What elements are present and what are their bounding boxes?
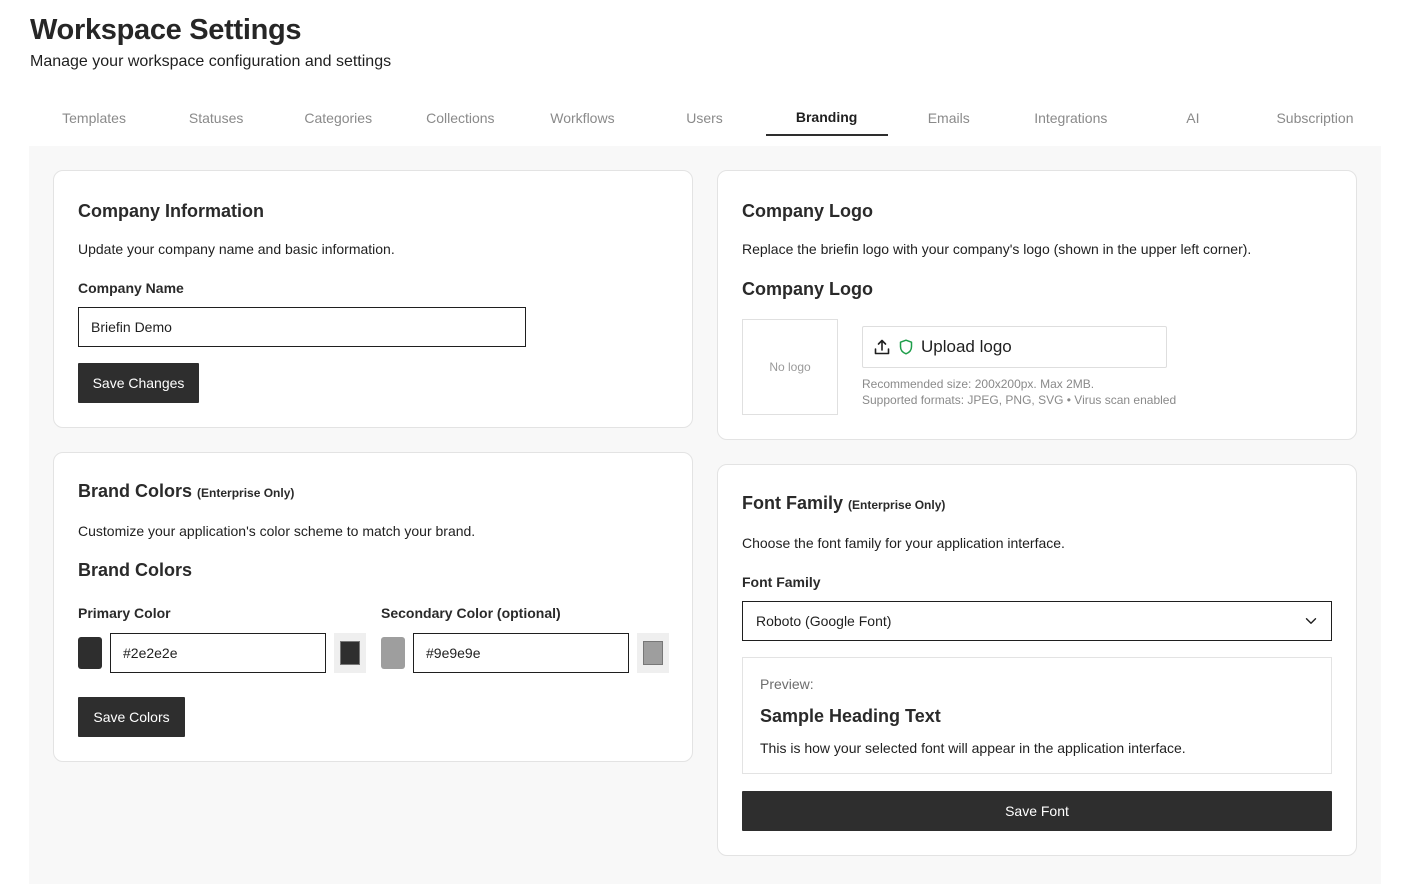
tab-integrations[interactable]: Integrations bbox=[1010, 100, 1132, 136]
upload-logo-button[interactable]: Upload logo bbox=[862, 326, 1167, 368]
upload-logo-label: Upload logo bbox=[921, 337, 1012, 356]
logo-placeholder: No logo bbox=[742, 319, 838, 415]
company-logo-subheading: Company Logo bbox=[742, 279, 873, 299]
save-colors-button[interactable]: Save Colors bbox=[78, 697, 185, 737]
secondary-color-swatch bbox=[381, 637, 405, 669]
secondary-color-picker-fill bbox=[643, 641, 663, 665]
brand-colors-title-text: Brand Colors bbox=[78, 481, 193, 501]
secondary-color-picker[interactable] bbox=[637, 633, 669, 673]
tab-users[interactable]: Users bbox=[643, 100, 765, 136]
brand-colors-subheading: Brand Colors bbox=[78, 560, 193, 580]
tab-templates[interactable]: Templates bbox=[33, 100, 155, 136]
primary-color-swatch bbox=[78, 637, 102, 669]
preview-label: Preview: bbox=[760, 676, 814, 692]
brand-colors-description: Customize your application's color schem… bbox=[78, 523, 476, 539]
enterprise-badge: (Enterprise Only) bbox=[197, 486, 295, 500]
branding-content: Company Information Update your company … bbox=[29, 146, 1381, 884]
tab-branding[interactable]: Branding bbox=[765, 100, 888, 136]
save-changes-button[interactable]: Save Changes bbox=[78, 363, 199, 403]
company-logo-card: Company Logo Replace the briefin logo wi… bbox=[717, 170, 1357, 440]
primary-color-picker-fill bbox=[340, 641, 360, 665]
primary-color-picker[interactable] bbox=[334, 633, 366, 673]
primary-color-label: Primary Color bbox=[78, 605, 171, 621]
secondary-color-input[interactable]: #9e9e9e bbox=[413, 633, 629, 673]
chevron-down-icon bbox=[1305, 617, 1317, 625]
brand-colors-title: Brand Colors (Enterprise Only) bbox=[78, 481, 294, 502]
logo-size-hint: Recommended size: 200x200px. Max 2MB. bbox=[862, 377, 1095, 391]
settings-tabs: Templates Statuses Categories Collection… bbox=[33, 100, 1376, 136]
tab-subscription[interactable]: Subscription bbox=[1254, 100, 1376, 136]
company-logo-description: Replace the briefin logo with your compa… bbox=[742, 241, 1252, 257]
page-subtitle: Manage your workspace configuration and … bbox=[30, 53, 392, 70]
save-font-button[interactable]: Save Font bbox=[742, 791, 1332, 831]
company-name-input[interactable]: Briefin Demo bbox=[78, 307, 526, 347]
secondary-color-label: Secondary Color (optional) bbox=[381, 605, 561, 621]
company-name-label: Company Name bbox=[78, 280, 184, 296]
font-family-select[interactable]: Roboto (Google Font) bbox=[742, 601, 1332, 641]
company-info-card: Company Information Update your company … bbox=[53, 170, 693, 428]
tab-statuses[interactable]: Statuses bbox=[155, 100, 277, 136]
tab-collections[interactable]: Collections bbox=[399, 100, 521, 136]
font-family-selected: Roboto (Google Font) bbox=[756, 613, 892, 629]
company-logo-title: Company Logo bbox=[742, 201, 873, 221]
company-info-title: Company Information bbox=[78, 201, 265, 221]
logo-format-hint: Supported formats: JPEG, PNG, SVG • Viru… bbox=[862, 393, 1177, 407]
preview-heading: Sample Heading Text bbox=[760, 706, 941, 726]
preview-body: This is how your selected font will appe… bbox=[760, 740, 1186, 756]
company-info-description: Update your company name and basic infor… bbox=[78, 241, 395, 257]
brand-colors-card: Brand Colors (Enterprise Only) Customize… bbox=[53, 452, 693, 762]
font-family-label: Font Family bbox=[742, 574, 821, 590]
enterprise-badge: (Enterprise Only) bbox=[848, 498, 946, 512]
tab-categories[interactable]: Categories bbox=[277, 100, 399, 136]
upload-icon bbox=[873, 338, 891, 356]
font-family-description: Choose the font family for your applicat… bbox=[742, 535, 1065, 551]
primary-color-input[interactable]: #2e2e2e bbox=[110, 633, 326, 673]
font-family-title: Font Family (Enterprise Only) bbox=[742, 493, 945, 514]
tab-workflows[interactable]: Workflows bbox=[521, 100, 643, 136]
font-preview: Preview: Sample Heading Text This is how… bbox=[742, 657, 1332, 774]
page-title: Workspace Settings bbox=[30, 14, 302, 46]
font-family-card: Font Family (Enterprise Only) Choose the… bbox=[717, 464, 1357, 856]
tab-ai[interactable]: AI bbox=[1132, 100, 1254, 136]
font-family-title-text: Font Family bbox=[742, 493, 844, 513]
tab-emails[interactable]: Emails bbox=[888, 100, 1010, 136]
shield-icon bbox=[899, 339, 913, 355]
